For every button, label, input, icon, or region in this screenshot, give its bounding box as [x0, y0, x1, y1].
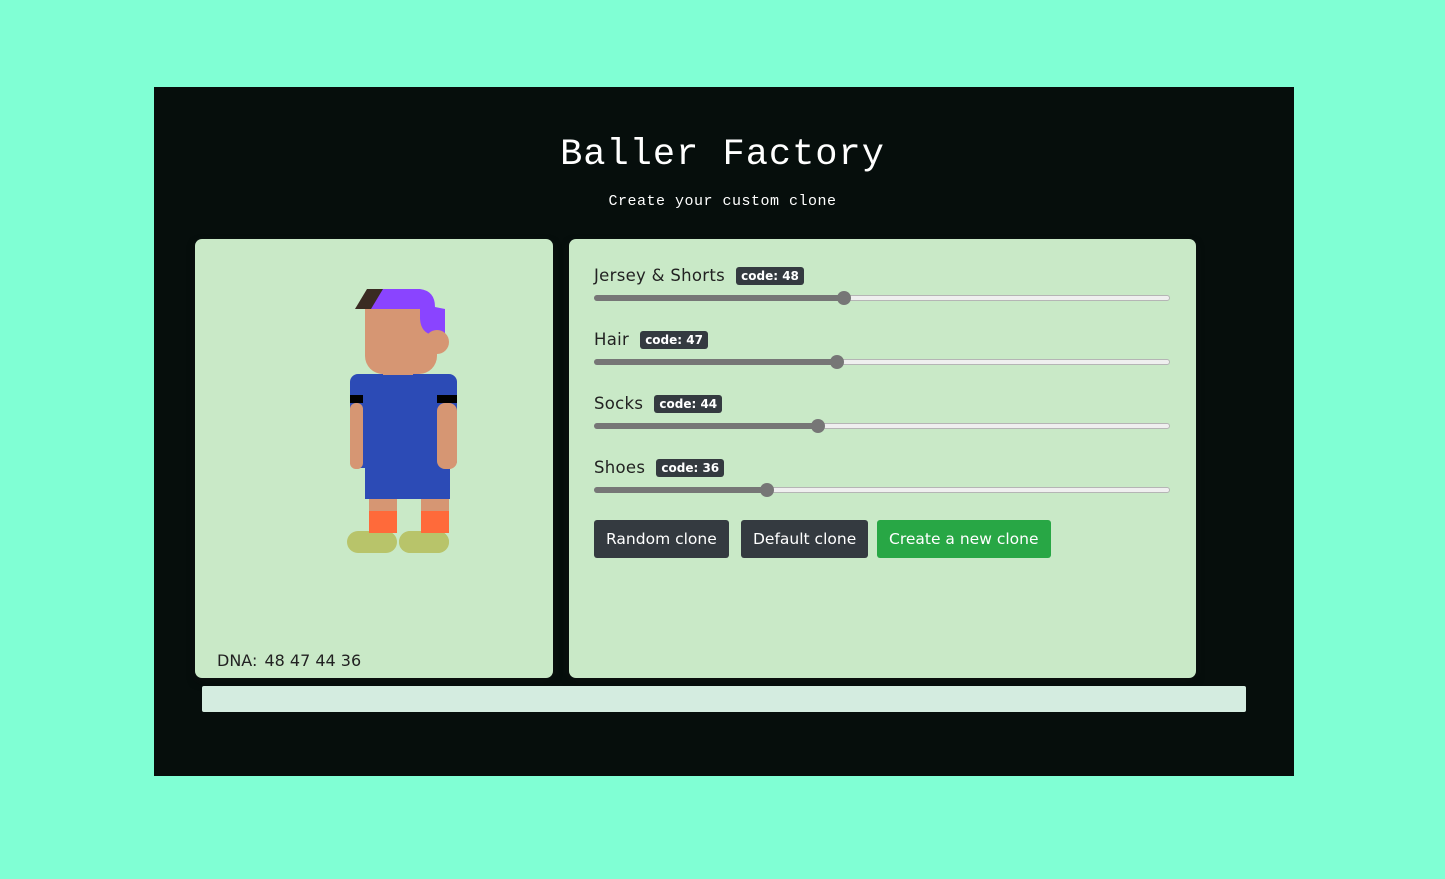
jersey-slider-thumb[interactable]: [836, 291, 851, 305]
socks-slider-thumb[interactable]: [811, 419, 826, 433]
shoe-left: [347, 531, 397, 553]
shoes-control: Shoes code: 36: [594, 457, 1170, 497]
socks-slider[interactable]: [594, 419, 1170, 433]
status-bar: [202, 686, 1246, 712]
socks-control: Socks code: 44: [594, 393, 1170, 433]
baller-avatar-icon: [347, 289, 457, 553]
hair-label: Hair: [594, 330, 630, 349]
hair-slider-thumb[interactable]: [830, 355, 845, 369]
shoes-code-badge: code: 36: [656, 458, 725, 477]
ear: [425, 330, 449, 354]
hair-slider[interactable]: [594, 355, 1170, 369]
jersey-label: Jersey & Shorts: [594, 266, 726, 285]
shoes-slider-thumb[interactable]: [760, 483, 775, 497]
clone-preview-card: DNA: 48 47 44 36: [195, 239, 553, 678]
default-clone-button[interactable]: Default clone: [741, 520, 869, 558]
dna-readout: DNA: 48 47 44 36: [215, 651, 361, 670]
random-clone-button[interactable]: Random clone: [594, 520, 729, 558]
create-clone-button[interactable]: Create a new clone: [877, 520, 1051, 558]
jersey-control: Jersey & Shorts code: 48: [594, 265, 1170, 305]
shoes-label: Shoes: [594, 458, 646, 477]
shoes-slider[interactable]: [594, 483, 1170, 497]
jersey-slider[interactable]: [594, 291, 1170, 305]
socks-label: Socks: [594, 394, 644, 413]
page-title: Baller Factory: [560, 134, 885, 176]
sock-right: [421, 511, 449, 533]
socks-code-badge: code: 44: [654, 394, 723, 413]
dna-label: DNA:: [217, 651, 258, 670]
jersey-code-badge: code: 48: [736, 266, 804, 285]
sock-left: [369, 511, 397, 533]
page-subtitle: Create your custom clone: [608, 193, 837, 210]
hair-code-badge: code: 47: [640, 330, 708, 349]
dna-values: 48 47 44 36: [264, 651, 362, 670]
controls-card: Jersey & Shorts code: 48 Hair code: 47 S…: [569, 239, 1196, 678]
hair-control: Hair code: 47: [594, 329, 1170, 369]
